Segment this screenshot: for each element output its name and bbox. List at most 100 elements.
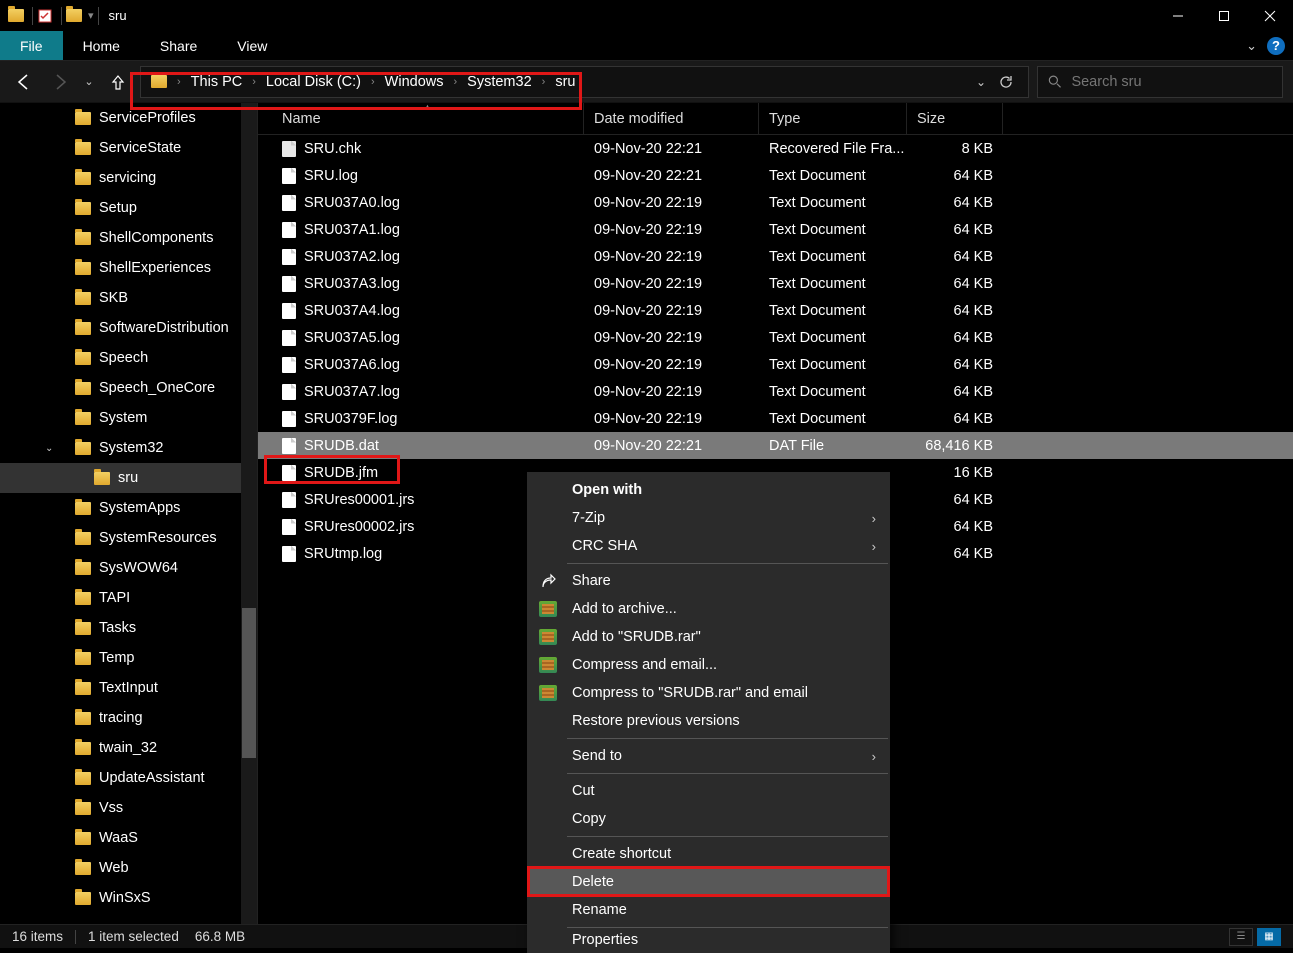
ribbon-tab-share[interactable]: Share [140,31,217,60]
refresh-icon[interactable] [998,74,1014,90]
tree-item[interactable]: ShellComponents [0,223,257,253]
scrollbar-thumb[interactable] [242,608,256,758]
search-input[interactable] [1071,74,1272,90]
tree-item[interactable]: twain_32 [0,733,257,763]
tree-item[interactable]: tracing [0,703,257,733]
qat-dropdown-icon[interactable]: ▾ [88,9,94,22]
address-dropdown-icon[interactable]: ⌄ [976,75,986,89]
tree-item[interactable]: Web [0,853,257,883]
help-icon[interactable]: ? [1267,37,1285,55]
context-menu-item[interactable]: Copy [527,805,890,833]
context-menu-item[interactable]: CRC SHA› [527,532,890,560]
breadcrumb-segment[interactable]: System32 [463,67,535,97]
tree-item[interactable]: SKB [0,283,257,313]
file-row[interactable]: SRU037A4.log09-Nov-20 22:19Text Document… [258,297,1293,324]
tree-item[interactable]: Tasks [0,613,257,643]
search-box[interactable] [1037,66,1283,98]
context-menu-item[interactable]: Delete [527,868,890,896]
close-button[interactable] [1247,0,1293,31]
file-row[interactable]: SRU037A6.log09-Nov-20 22:19Text Document… [258,351,1293,378]
ribbon-tab-home[interactable]: Home [63,31,140,60]
context-menu-item[interactable]: 7-Zip› [527,504,890,532]
history-dropdown-icon[interactable]: ⌄ [82,68,96,96]
tree-item[interactable]: Speech_OneCore [0,373,257,403]
folder-icon [75,682,91,695]
file-row[interactable]: SRU.log09-Nov-20 22:21Text Document64 KB [258,162,1293,189]
file-row[interactable]: SRU037A3.log09-Nov-20 22:19Text Document… [258,270,1293,297]
column-type[interactable]: Type [759,103,907,134]
tree-item[interactable]: TAPI [0,583,257,613]
chevron-right-icon[interactable]: › [538,76,550,88]
forward-button[interactable] [46,68,74,96]
expand-icon[interactable]: ⌄ [45,443,53,454]
tree-item[interactable]: ShellExperiences [0,253,257,283]
context-menu-item[interactable]: Compress and email... [527,651,890,679]
qat-properties-icon[interactable] [37,8,53,24]
view-details-button[interactable]: ☰ [1229,928,1253,946]
column-name[interactable]: ▲Name [272,103,584,134]
address-bar[interactable]: › This PC › Local Disk (C:) › Windows › … [140,66,1029,98]
tree-item[interactable]: ServiceState [0,133,257,163]
file-row[interactable]: SRU037A1.log09-Nov-20 22:19Text Document… [258,216,1293,243]
tree-item[interactable]: Temp [0,643,257,673]
breadcrumb-segment[interactable]: Windows [381,67,448,97]
context-menu-item[interactable]: Open with [527,476,890,504]
maximize-button[interactable] [1201,0,1247,31]
ribbon-tab-file[interactable]: File [0,31,63,60]
context-menu-item[interactable]: Restore previous versions [527,707,890,735]
view-thumbnails-button[interactable]: ▦ [1257,928,1281,946]
file-name: SRUDB.dat [304,438,379,454]
context-menu-item[interactable]: Compress to "SRUDB.rar" and email [527,679,890,707]
tree-item[interactable]: SystemApps [0,493,257,523]
ribbon-tab-view[interactable]: View [217,31,287,60]
context-menu-item[interactable]: Send to› [527,742,890,770]
tree-item[interactable]: ⌄ System32 [0,433,257,463]
context-menu-item[interactable]: Properties [527,931,890,949]
tree-item[interactable]: ServiceProfiles [0,103,257,133]
tree-item[interactable]: Speech [0,343,257,373]
file-row[interactable]: SRU037A5.log09-Nov-20 22:19Text Document… [258,324,1293,351]
breadcrumb-segment[interactable]: This PC [187,67,247,97]
tree-item-label: System32 [99,440,163,456]
tree-item[interactable]: SysWOW64 [0,553,257,583]
tree-item[interactable]: Setup [0,193,257,223]
file-row[interactable]: SRU.chk09-Nov-20 22:21Recovered File Fra… [258,135,1293,162]
ribbon-collapse-icon[interactable]: ⌄ [1246,38,1257,54]
context-menu-label: Create shortcut [572,846,671,862]
context-menu-item[interactable]: Add to archive... [527,595,890,623]
chevron-right-icon[interactable]: › [367,76,379,88]
tree-item[interactable]: TextInput [0,673,257,703]
context-menu-item[interactable]: Cut [527,777,890,805]
file-row[interactable]: SRU0379F.log09-Nov-20 22:19Text Document… [258,405,1293,432]
context-menu-item[interactable]: Rename [527,896,890,924]
file-row[interactable]: SRU037A7.log09-Nov-20 22:19Text Document… [258,378,1293,405]
file-row[interactable]: SRU037A0.log09-Nov-20 22:19Text Document… [258,189,1293,216]
column-size[interactable]: Size [907,103,1003,134]
tree-item[interactable]: System [0,403,257,433]
tree-item-label: UpdateAssistant [99,770,205,786]
file-row[interactable]: SRUDB.dat09-Nov-20 22:21DAT File68,416 K… [258,432,1293,459]
chevron-right-icon[interactable]: › [248,76,260,88]
breadcrumb-segment[interactable]: Local Disk (C:) [262,67,365,97]
scrollbar[interactable] [241,103,257,924]
back-button[interactable] [10,68,38,96]
breadcrumb-segment[interactable]: sru [551,67,579,97]
chevron-right-icon[interactable]: › [450,76,462,88]
tree-item[interactable]: SystemResources [0,523,257,553]
tree-item[interactable]: UpdateAssistant [0,763,257,793]
navigation-tree[interactable]: ServiceProfilesServiceStateservicingSetu… [0,103,258,924]
tree-item[interactable]: sru [0,463,257,493]
file-row[interactable]: SRU037A2.log09-Nov-20 22:19Text Document… [258,243,1293,270]
tree-item[interactable]: SoftwareDistribution [0,313,257,343]
tree-item[interactable]: WaaS [0,823,257,853]
tree-item[interactable]: servicing [0,163,257,193]
tree-item[interactable]: Vss [0,793,257,823]
column-date[interactable]: Date modified [584,103,759,134]
chevron-right-icon[interactable]: › [173,76,185,88]
context-menu-item[interactable]: Share [527,567,890,595]
up-button[interactable] [104,68,132,96]
context-menu-item[interactable]: Create shortcut [527,840,890,868]
tree-item[interactable]: WinSxS [0,883,257,913]
context-menu-item[interactable]: Add to "SRUDB.rar" [527,623,890,651]
minimize-button[interactable] [1155,0,1201,31]
